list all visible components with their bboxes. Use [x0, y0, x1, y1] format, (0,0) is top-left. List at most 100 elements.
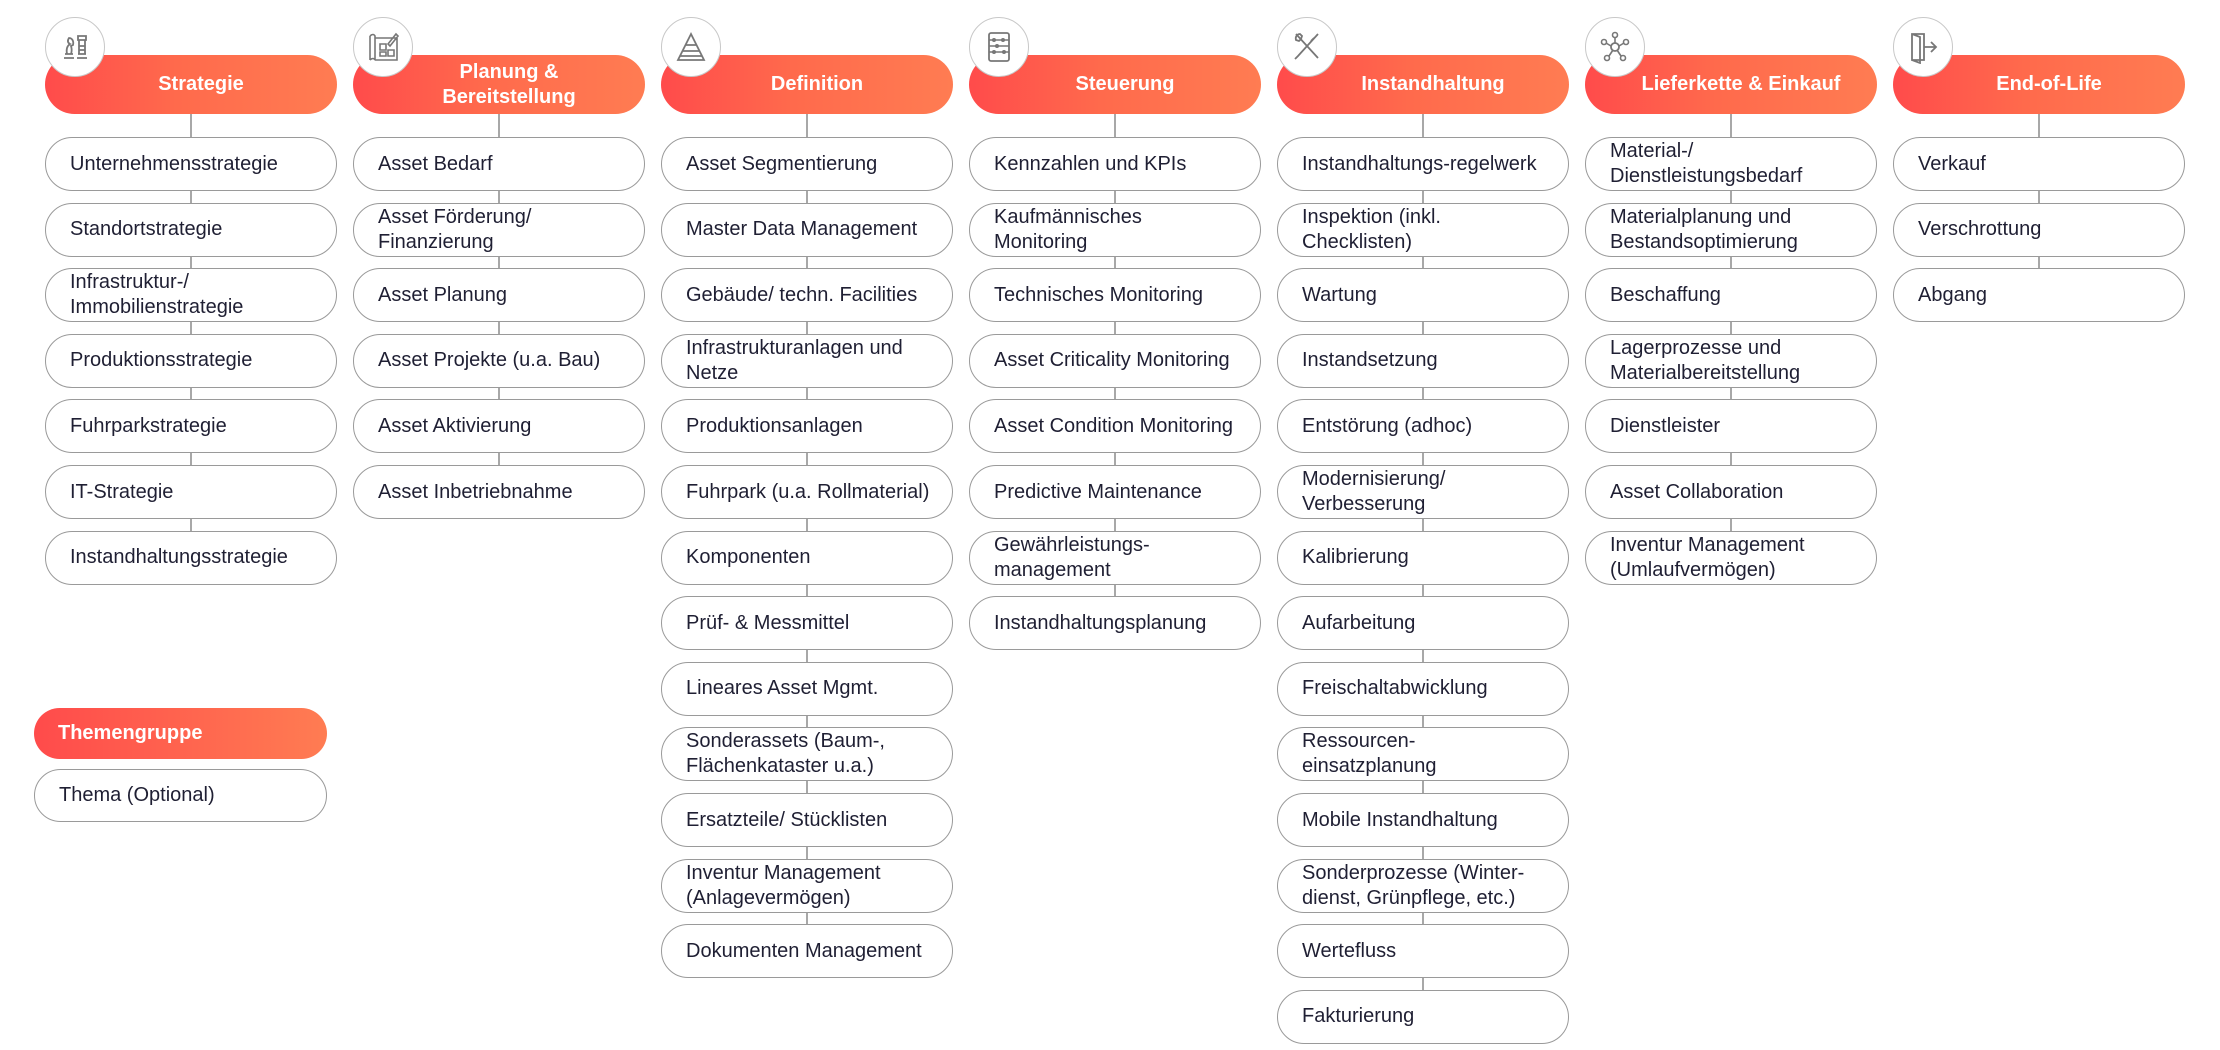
- topic-item: Aufarbeitung: [1277, 596, 1569, 651]
- topic-label: Wartung: [1302, 283, 1377, 306]
- topic-item: Kaufmännisches Monitoring: [969, 202, 1261, 257]
- column-lieferkette-einkauf: Lieferkette & Einkauf Material-/ Dienstle…: [1585, 0, 1877, 1050]
- topic-label: Instandsetzung: [1302, 349, 1438, 372]
- topic-label: Kaufmännisches Monitoring: [994, 205, 1142, 253]
- topic-label: Gewährleistungs-management: [994, 533, 1150, 581]
- topic-item: Abgang: [1893, 268, 2185, 323]
- topic-label: Ressourcen-einsatzplanung: [1302, 730, 1437, 778]
- topic-label: Unternehmensstrategie: [70, 152, 278, 175]
- topic-label: Aufarbeitung: [1302, 611, 1416, 634]
- topic-item: Prüf- & Messmittel: [661, 596, 953, 651]
- legend-topic: Thema (Optional): [34, 769, 327, 822]
- topic-label: Modernisierung/ Verbesserung: [1302, 468, 1446, 515]
- topic-label: Instandhaltungsplanung: [994, 611, 1207, 634]
- topic-label: Prüf- & Messmittel: [686, 611, 850, 634]
- topic-item: Instandhaltungsstrategie: [45, 530, 337, 585]
- topic-label: Sonderassets (Baum-, Flächenkataster u.a…: [686, 730, 885, 778]
- topic-item: Verschrottung: [1893, 202, 2185, 257]
- topic-item: Sonderprozesse (Winter-dienst, Grünpfleg…: [1277, 858, 1569, 913]
- column-planung-bereitstellung: Planung & Bereitstellung Asset Bedarf Asse…: [353, 0, 645, 1050]
- topic-item: Asset Collaboration: [1585, 465, 1877, 519]
- topic-item: Inventur Management (Anlagevermögen): [661, 858, 953, 913]
- topic-item: Instandhaltungsplanung: [969, 596, 1261, 651]
- topic-item: Technisches Monitoring: [969, 268, 1261, 323]
- topic-item: IT-Strategie: [45, 465, 337, 519]
- topic-label: Komponenten: [686, 546, 811, 569]
- topic-item: Produktionsstrategie: [45, 333, 337, 388]
- topic-label: Infrastruktur-/ Immobilienstrategie: [70, 271, 244, 319]
- legend-topic-label: Thema (Optional): [59, 784, 215, 806]
- blueprint-icon: [353, 17, 413, 77]
- topic-item: Asset Segmentierung: [661, 137, 953, 191]
- topic-item: Mobile Instandhaltung: [1277, 793, 1569, 847]
- topic-item: Freischaltabwicklung: [1277, 661, 1569, 716]
- topic-label: Produktionsstrategie: [70, 349, 253, 372]
- topic-item: Fakturierung: [1277, 989, 1569, 1044]
- topic-label: Lagerprozesse und Materialbereitstellung: [1610, 336, 1801, 384]
- topic-label: Kalibrierung: [1302, 546, 1409, 569]
- column-steuerung: Steuerung Kennzahlen und KPIs Kaufmännisch…: [969, 0, 1261, 1050]
- topic-item: Lagerprozesse und Materialbereitstellung: [1585, 333, 1877, 388]
- topic-item: Infrastrukturanlagen und Netze: [661, 333, 953, 388]
- column-definition: Definition Asset Segmentierung Master Data…: [661, 0, 953, 1050]
- topic-item: Komponenten: [661, 530, 953, 585]
- topic-label: Fakturierung: [1302, 1005, 1415, 1028]
- topic-item: Wartung: [1277, 268, 1569, 323]
- topic-item: Beschaffung: [1585, 268, 1877, 323]
- topic-item: Modernisierung/ Verbesserung: [1277, 465, 1569, 519]
- topic-item: Instandhaltungs-regelwerk: [1277, 137, 1569, 191]
- topic-item: Asset Condition Monitoring: [969, 399, 1261, 454]
- column-instandhaltung: Instandhaltung Instandhaltungs-regelwerk I…: [1277, 0, 1569, 1050]
- topic-item: Produktionsanlagen: [661, 399, 953, 454]
- topic-item: Gewährleistungs-management: [969, 530, 1261, 585]
- topic-label: Freischaltabwicklung: [1302, 677, 1488, 700]
- topic-item: Instandsetzung: [1277, 333, 1569, 388]
- topic-label: Predictive Maintenance: [994, 480, 1202, 503]
- topic-label: Produktionsanlagen: [686, 414, 863, 437]
- chess-pieces-icon: [45, 17, 105, 77]
- topic-label: Instandhaltungsstrategie: [70, 546, 288, 569]
- topic-item: Ersatzteile/ Stücklisten: [661, 793, 953, 847]
- topic-label: Ersatzteile/ Stücklisten: [686, 808, 888, 831]
- topic-item: Infrastruktur-/ Immobilienstrategie: [45, 268, 337, 323]
- topic-label: Standortstrategie: [70, 218, 223, 241]
- topic-item: Inventur Management (Umlaufvermögen): [1585, 530, 1877, 585]
- pyramid-icon: [661, 17, 721, 77]
- topic-item: Lineares Asset Mgmt.: [661, 661, 953, 716]
- topic-label: Asset Planung: [378, 283, 507, 306]
- topic-item: Ressourcen-einsatzplanung: [1277, 727, 1569, 782]
- topic-label: Instandhaltungs-regelwerk: [1302, 152, 1537, 175]
- topic-item: Dokumenten Management: [661, 924, 953, 979]
- topic-label: IT-Strategie: [70, 480, 174, 503]
- wrench-screwdriver-icon: [1277, 17, 1337, 77]
- topic-label: Asset Projekte (u.a. Bau): [378, 349, 601, 372]
- topic-label: Wertefluss: [1302, 939, 1397, 962]
- topic-label: Technisches Monitoring: [994, 283, 1203, 306]
- topic-label: Inventur Management (Anlagevermögen): [686, 861, 881, 909]
- topic-label: Mobile Instandhaltung: [1302, 808, 1498, 831]
- topic-item: Verkauf: [1893, 137, 2185, 191]
- topic-item: Inspektion (inkl. Checklisten): [1277, 202, 1569, 257]
- topic-label: Verkauf: [1918, 152, 1986, 175]
- topic-item: Asset Projekte (u.a. Bau): [353, 333, 645, 388]
- topic-item: Dienstleister: [1585, 399, 1877, 454]
- topic-item: Asset Förderung/ Finanzierung: [353, 202, 645, 257]
- topic-item: Asset Inbetriebnahme: [353, 465, 645, 519]
- exit-door-icon: [1893, 17, 1953, 77]
- topic-label: Infrastrukturanlagen und Netze: [686, 336, 903, 384]
- legend-theme-group: Themengruppe: [34, 708, 327, 759]
- topic-item: Asset Criticality Monitoring: [969, 333, 1261, 388]
- topic-label: Dienstleister: [1610, 414, 1721, 437]
- topic-label: Asset Condition Monitoring: [994, 414, 1234, 437]
- column-strategie: Strategie Unternehmensstrategie Standortst…: [45, 0, 337, 1050]
- topic-label: Dokumenten Management: [686, 939, 922, 962]
- topic-item: Kalibrierung: [1277, 530, 1569, 585]
- topic-label: Lineares Asset Mgmt.: [686, 677, 879, 700]
- topic-label: Asset Segmentierung: [686, 152, 878, 175]
- topic-item: Master Data Management: [661, 202, 953, 257]
- topic-item: Fuhrparkstrategie: [45, 399, 337, 454]
- topic-label: Asset Förderung/ Finanzierung: [378, 205, 532, 253]
- topic-label: Inventur Management (Umlaufvermögen): [1610, 533, 1805, 581]
- topic-item: Asset Aktivierung: [353, 399, 645, 454]
- topic-item: Asset Bedarf: [353, 137, 645, 191]
